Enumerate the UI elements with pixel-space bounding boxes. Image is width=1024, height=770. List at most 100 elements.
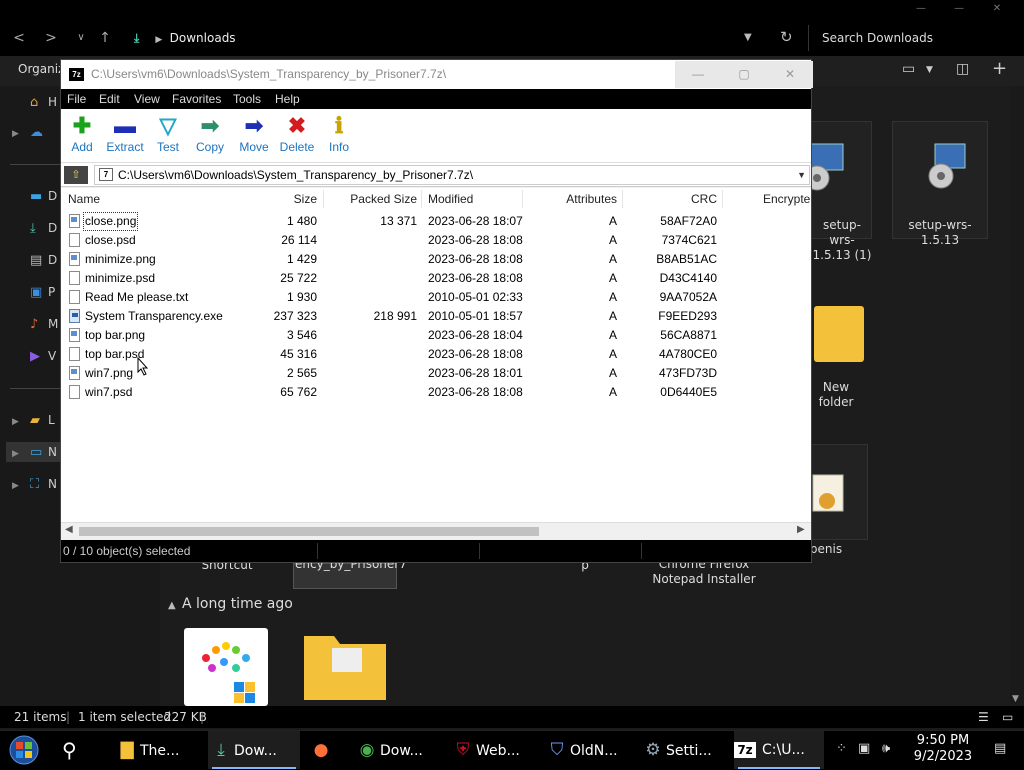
sevenzip-title-bar[interactable]: 7z C:\Users\vm6\Downloads\System_Transpa… (61, 60, 813, 89)
table-row[interactable]: Read Me please.txt 1 930 2010-05-01 02:3… (61, 288, 811, 307)
document-icon: ▤ (30, 253, 43, 268)
menu-file[interactable]: File (67, 89, 86, 109)
menu-view[interactable]: View (134, 89, 160, 109)
table-row[interactable]: minimize.psd 25 722 2023-06-28 18:08 A D… (61, 269, 811, 288)
scroll-down-icon[interactable]: ▼ (1012, 694, 1019, 704)
table-row[interactable]: win7.psd 65 762 2023-06-28 18:08 A 0D644… (61, 383, 811, 402)
search-input[interactable]: Search Downloads (808, 25, 1018, 51)
column-separator[interactable] (522, 190, 523, 208)
forward-button[interactable]: > (40, 28, 62, 48)
column-separator[interactable] (722, 190, 723, 208)
up-button[interactable]: ↑ (94, 28, 116, 48)
volume-icon[interactable]: 🕪 (882, 741, 890, 756)
preview-pane-icon[interactable]: ◫ (956, 61, 969, 77)
column-attributes[interactable]: Attributes (541, 188, 617, 210)
table-row[interactable]: close.psd 26 114 2023-06-28 18:08 A 7374… (61, 231, 811, 250)
menu-favorites[interactable]: Favorites (172, 89, 221, 109)
folder-up-icon[interactable]: ⇧ (64, 166, 88, 184)
refresh-icon[interactable]: ↻ (780, 28, 793, 46)
column-name[interactable]: Name (68, 188, 100, 210)
new-icon[interactable]: + (992, 58, 1007, 79)
taskbar-item-firefox[interactable]: ● (308, 731, 342, 769)
delete-button[interactable]: ✖ Delete (277, 113, 317, 159)
column-modified[interactable]: Modified (428, 188, 473, 210)
nav-item-videos[interactable]: ▶ V (12, 346, 56, 366)
table-row[interactable]: win7.png 2 565 2023-06-28 18:01 A 473FD7… (61, 364, 811, 383)
explorer-scrollbar[interactable]: ▼ (1010, 86, 1024, 706)
scroll-right-icon[interactable]: ▶ (797, 524, 805, 535)
taskbar-item-chrome[interactable]: ◉ Dow... (354, 731, 444, 769)
nav-item-documents[interactable]: ▤ D (12, 250, 57, 270)
minimize-button[interactable]: — (906, 3, 936, 15)
maximize-button[interactable]: — (944, 3, 974, 15)
move-button[interactable]: ➡ Move (237, 113, 271, 159)
info-button[interactable]: ℹ Info (325, 113, 353, 159)
chevron-right-icon: ▶ (12, 449, 19, 459)
taskbar-item-downloads[interactable]: ⤓ Dow... (208, 731, 300, 769)
search-icon[interactable]: ⚲ (62, 731, 92, 769)
layout-dropdown-icon[interactable]: ▼ (926, 65, 933, 75)
menu-help[interactable]: Help (275, 89, 300, 109)
taskbar-item-mcafee[interactable]: ⛨ Web... (450, 731, 540, 769)
column-size[interactable]: Size (279, 188, 317, 210)
recent-locations-button[interactable]: ∨ (70, 28, 92, 48)
column-separator[interactable] (421, 190, 422, 208)
taskbar-item-settings[interactable]: ⚙ Setti... (640, 731, 732, 769)
mcafee-icon: ⛨ (456, 740, 470, 760)
nav-item-home[interactable]: ⌂ H (12, 92, 57, 112)
app-tile[interactable] (184, 628, 268, 706)
file-modified: 2023-06-28 18:08 (428, 347, 523, 361)
column-separator[interactable] (323, 190, 324, 208)
group-header[interactable]: ▲ A long time ago (168, 596, 293, 612)
nav-item-libraries[interactable]: ▶ ▰ L (12, 410, 55, 430)
maximize-button[interactable]: ▢ (721, 61, 767, 88)
horizontal-scrollbar[interactable]: ◀ ▶ (61, 522, 811, 539)
taskbar-item-sevenzip[interactable]: 7z C:\U... (734, 731, 824, 769)
table-row[interactable]: top bar.png 3 546 2023-06-28 18:04 A 56C… (61, 326, 811, 345)
nav-item-downloads[interactable]: ⤓ D (12, 218, 57, 238)
nav-item-onedrive[interactable]: ▶ ☁ (12, 122, 48, 142)
nav-item-music[interactable]: ♪ M (12, 314, 58, 334)
address-dropdown-icon[interactable]: ▼ (744, 32, 752, 43)
column-crc[interactable]: CRC (661, 188, 717, 210)
table-row[interactable]: top bar.psd 45 316 2023-06-28 18:08 A 4A… (61, 345, 811, 364)
table-row[interactable]: System Transparency.exe 237 323 218 991 … (61, 307, 811, 326)
nav-item-desktop[interactable]: ▬ D (12, 186, 57, 206)
layout-icon[interactable]: ▭ (902, 61, 915, 77)
clock[interactable]: 9:50 PM 9/2/2023 (906, 733, 980, 765)
download-icon: ⤓ (30, 221, 36, 236)
details-view-icon[interactable]: ☰ (978, 706, 989, 728)
show-hidden-icons[interactable]: ⁘ (836, 741, 847, 756)
folder-tile[interactable] (302, 632, 388, 702)
add-button[interactable]: ✚ Add (67, 113, 97, 159)
tiles-view-icon[interactable]: ▭ (1002, 706, 1013, 728)
nav-item-network[interactable]: ▶ ⛶ N (12, 474, 57, 494)
test-button[interactable]: ▽ Test (153, 113, 183, 159)
column-encrypted[interactable]: Encrypte (763, 188, 810, 210)
close-button[interactable]: ✕ (982, 3, 1012, 15)
scroll-left-icon[interactable]: ◀ (65, 524, 73, 535)
column-packed-size[interactable]: Packed Size (333, 188, 417, 210)
chevron-down-icon[interactable]: ▼ (797, 166, 806, 184)
address-path[interactable]: ⤓ ▶ Downloads (134, 25, 774, 51)
table-row[interactable]: close.png 1 480 13 371 2023-06-28 18:07 … (61, 212, 811, 231)
scrollbar-thumb[interactable] (79, 527, 539, 536)
start-button[interactable] (8, 735, 40, 765)
close-button[interactable]: ✕ (767, 61, 813, 88)
copy-button[interactable]: ➡ Copy (193, 113, 227, 159)
table-row[interactable]: minimize.png 1 429 2023-06-28 18:08 A B8… (61, 250, 811, 269)
minimize-button[interactable]: — (675, 61, 721, 88)
status-divider: | (200, 710, 205, 724)
network-icon[interactable]: ▣ (858, 741, 870, 756)
path-input[interactable]: 7 C:\Users\vm6\Downloads\System_Transpar… (94, 165, 810, 185)
breadcrumb-downloads[interactable]: Downloads (170, 31, 236, 45)
nav-item-pictures[interactable]: ▣ P (12, 282, 55, 302)
back-button[interactable]: < (8, 28, 30, 48)
column-separator[interactable] (622, 190, 623, 208)
notification-icon[interactable]: ▤ (994, 741, 1006, 756)
menu-edit[interactable]: Edit (99, 89, 120, 109)
menu-tools[interactable]: Tools (233, 89, 261, 109)
extract-button[interactable]: ▬ Extract (105, 113, 145, 159)
taskbar-item-oldnew[interactable]: ⛉ OldN... (544, 731, 636, 769)
taskbar-item-explorer[interactable]: ▇ The... (114, 731, 202, 769)
